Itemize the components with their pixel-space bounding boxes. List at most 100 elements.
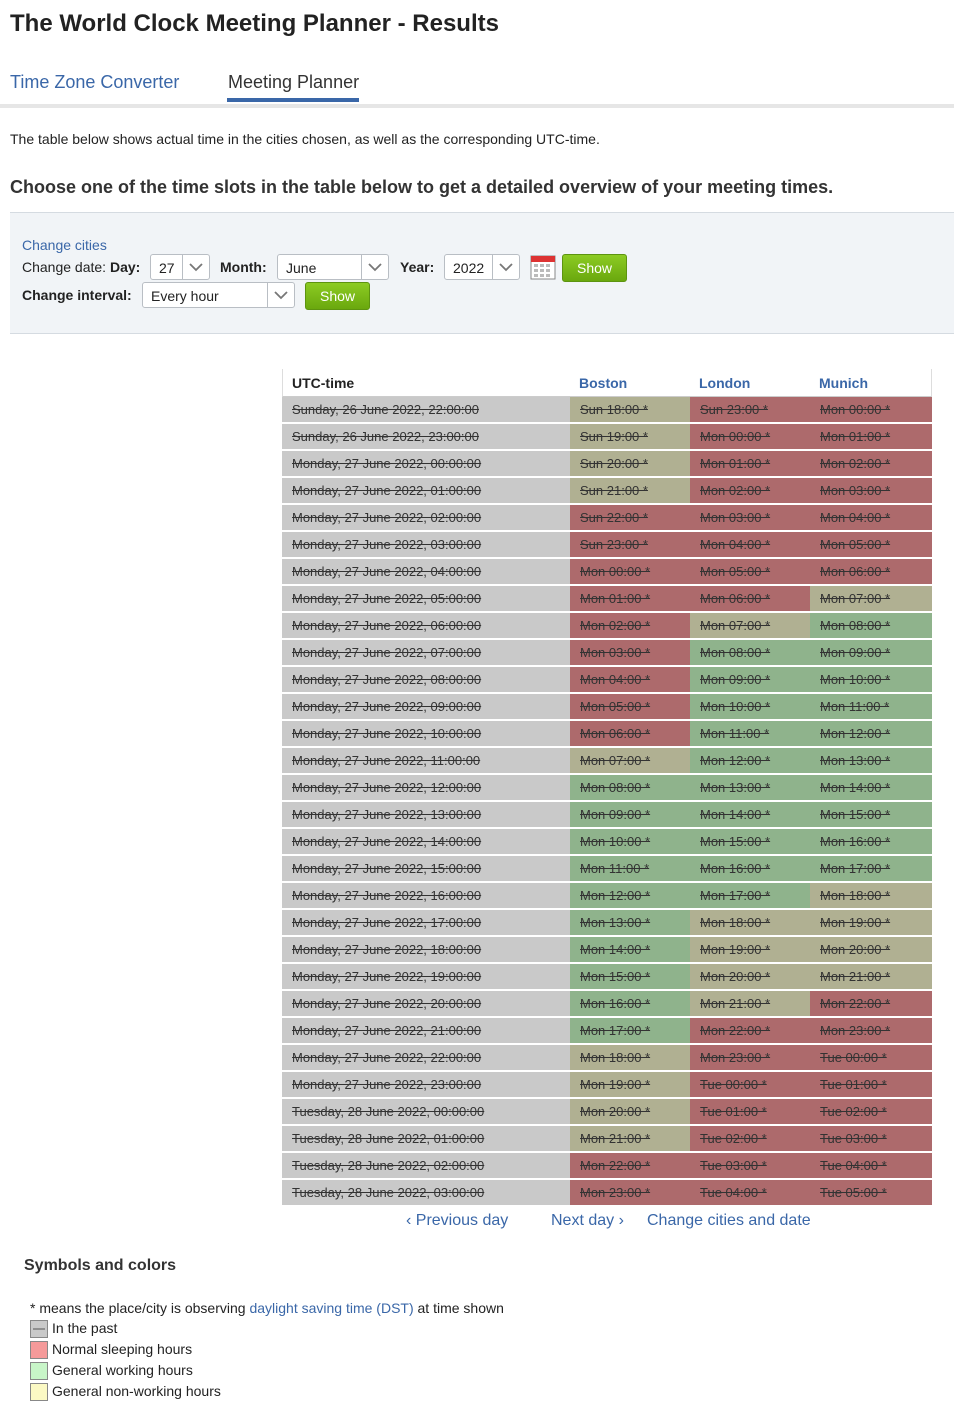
boston-cell[interactable]: Sun 23:00 * [570,532,690,558]
london-cell[interactable]: Mon 16:00 * [690,856,810,882]
boston-cell[interactable]: Mon 14:00 * [570,937,690,963]
table-row[interactable]: Monday, 27 June 2022, 16:00:00 Mon 12:00 … [282,883,932,910]
boston-cell[interactable]: Sun 18:00 * [570,397,690,423]
london-cell[interactable]: Tue 04:00 * [690,1180,810,1206]
utc-cell[interactable]: Monday, 27 June 2022, 10:00:00 [282,721,570,747]
munich-cell[interactable]: Mon 01:00 * [810,424,932,450]
utc-cell[interactable]: Monday, 27 June 2022, 00:00:00 [282,451,570,477]
london-cell[interactable]: Mon 11:00 * [690,721,810,747]
munich-cell[interactable]: Mon 17:00 * [810,856,932,882]
london-cell[interactable]: Mon 23:00 * [690,1045,810,1071]
table-row[interactable]: Monday, 27 June 2022, 13:00:00 Mon 09:00 … [282,802,932,829]
change-cities-date-link[interactable]: Change cities and date [647,1212,811,1230]
munich-cell[interactable]: Mon 18:00 * [810,883,932,909]
london-cell[interactable]: Mon 00:00 * [690,424,810,450]
boston-cell[interactable]: Mon 05:00 * [570,694,690,720]
utc-cell[interactable]: Monday, 27 June 2022, 15:00:00 [282,856,570,882]
munich-cell[interactable]: Mon 23:00 * [810,1018,932,1044]
munich-cell[interactable]: Mon 21:00 * [810,964,932,990]
table-row[interactable]: Sunday, 26 June 2022, 23:00:00 Sun 19:00 … [282,424,932,451]
london-cell[interactable]: Mon 22:00 * [690,1018,810,1044]
table-row[interactable]: Monday, 27 June 2022, 21:00:00 Mon 17:00 … [282,1018,932,1045]
utc-cell[interactable]: Monday, 27 June 2022, 19:00:00 [282,964,570,990]
boston-cell[interactable]: Mon 13:00 * [570,910,690,936]
next-day-link[interactable]: Next day › [551,1212,624,1230]
table-row[interactable]: Monday, 27 June 2022, 00:00:00 Sun 20:00 … [282,451,932,478]
table-row[interactable]: Monday, 27 June 2022, 18:00:00 Mon 14:00 … [282,937,932,964]
table-row[interactable]: Monday, 27 June 2022, 08:00:00 Mon 04:00 … [282,667,932,694]
munich-cell[interactable]: Tue 05:00 * [810,1180,932,1206]
utc-cell[interactable]: Tuesday, 28 June 2022, 00:00:00 [282,1099,570,1125]
boston-cell[interactable]: Sun 21:00 * [570,478,690,504]
boston-cell[interactable]: Mon 15:00 * [570,964,690,990]
utc-cell[interactable]: Monday, 27 June 2022, 03:00:00 [282,532,570,558]
utc-cell[interactable]: Monday, 27 June 2022, 06:00:00 [282,613,570,639]
london-cell[interactable]: Mon 15:00 * [690,829,810,855]
table-row[interactable]: Monday, 27 June 2022, 07:00:00 Mon 03:00 … [282,640,932,667]
boston-cell[interactable]: Mon 21:00 * [570,1126,690,1152]
munich-cell[interactable]: Tue 03:00 * [810,1126,932,1152]
header-london[interactable]: London [699,375,750,391]
interval-select[interactable]: Every hour [142,282,295,308]
table-row[interactable]: Monday, 27 June 2022, 14:00:00 Mon 10:00 … [282,829,932,856]
boston-cell[interactable]: Mon 20:00 * [570,1099,690,1125]
utc-cell[interactable]: Monday, 27 June 2022, 05:00:00 [282,586,570,612]
munich-cell[interactable]: Mon 06:00 * [810,559,932,585]
table-row[interactable]: Monday, 27 June 2022, 03:00:00 Sun 23:00 … [282,532,932,559]
table-row[interactable]: Monday, 27 June 2022, 05:00:00 Mon 01:00 … [282,586,932,613]
munich-cell[interactable]: Mon 16:00 * [810,829,932,855]
munich-cell[interactable]: Mon 10:00 * [810,667,932,693]
munich-cell[interactable]: Mon 07:00 * [810,586,932,612]
london-cell[interactable]: Tue 00:00 * [690,1072,810,1098]
table-row[interactable]: Tuesday, 28 June 2022, 02:00:00 Mon 22:00… [282,1153,932,1180]
utc-cell[interactable]: Monday, 27 June 2022, 23:00:00 [282,1072,570,1098]
boston-cell[interactable]: Mon 18:00 * [570,1045,690,1071]
previous-day-link[interactable]: ‹ Previous day [406,1212,508,1230]
utc-cell[interactable]: Monday, 27 June 2022, 16:00:00 [282,883,570,909]
table-row[interactable]: Monday, 27 June 2022, 15:00:00 Mon 11:00 … [282,856,932,883]
boston-cell[interactable]: Mon 03:00 * [570,640,690,666]
munich-cell[interactable]: Mon 19:00 * [810,910,932,936]
utc-cell[interactable]: Monday, 27 June 2022, 02:00:00 [282,505,570,531]
utc-cell[interactable]: Monday, 27 June 2022, 12:00:00 [282,775,570,801]
boston-cell[interactable]: Mon 09:00 * [570,802,690,828]
boston-cell[interactable]: Mon 01:00 * [570,586,690,612]
boston-cell[interactable]: Mon 07:00 * [570,748,690,774]
table-row[interactable]: Monday, 27 June 2022, 04:00:00 Mon 00:00 … [282,559,932,586]
table-row[interactable]: Sunday, 26 June 2022, 22:00:00 Sun 18:00 … [282,397,932,424]
munich-cell[interactable]: Mon 14:00 * [810,775,932,801]
london-cell[interactable]: Mon 20:00 * [690,964,810,990]
boston-cell[interactable]: Mon 22:00 * [570,1153,690,1179]
table-row[interactable]: Monday, 27 June 2022, 09:00:00 Mon 05:00 … [282,694,932,721]
munich-cell[interactable]: Mon 09:00 * [810,640,932,666]
london-cell[interactable]: Mon 09:00 * [690,667,810,693]
table-row[interactable]: Monday, 27 June 2022, 20:00:00 Mon 16:00 … [282,991,932,1018]
boston-cell[interactable]: Sun 22:00 * [570,505,690,531]
london-cell[interactable]: Mon 21:00 * [690,991,810,1017]
table-row[interactable]: Tuesday, 28 June 2022, 03:00:00 Mon 23:00… [282,1180,932,1207]
boston-cell[interactable]: Mon 00:00 * [570,559,690,585]
utc-cell[interactable]: Sunday, 26 June 2022, 23:00:00 [282,424,570,450]
utc-cell[interactable]: Monday, 27 June 2022, 22:00:00 [282,1045,570,1071]
munich-cell[interactable]: Mon 15:00 * [810,802,932,828]
year-select[interactable]: 2022 [444,254,520,280]
london-cell[interactable]: Mon 02:00 * [690,478,810,504]
munich-cell[interactable]: Mon 11:00 * [810,694,932,720]
utc-cell[interactable]: Tuesday, 28 June 2022, 03:00:00 [282,1180,570,1206]
change-cities-link[interactable]: Change cities [22,237,107,253]
utc-cell[interactable]: Monday, 27 June 2022, 07:00:00 [282,640,570,666]
utc-cell[interactable]: Tuesday, 28 June 2022, 02:00:00 [282,1153,570,1179]
boston-cell[interactable]: Mon 06:00 * [570,721,690,747]
dst-link[interactable]: daylight saving time (DST) [249,1300,413,1316]
munich-cell[interactable]: Mon 13:00 * [810,748,932,774]
header-munich[interactable]: Munich [819,375,868,391]
tab-meeting-planner[interactable]: Meeting Planner [228,72,359,93]
munich-cell[interactable]: Mon 20:00 * [810,937,932,963]
table-row[interactable]: Monday, 27 June 2022, 22:00:00 Mon 18:00 … [282,1045,932,1072]
table-row[interactable]: Monday, 27 June 2022, 06:00:00 Mon 02:00 … [282,613,932,640]
london-cell[interactable]: Mon 08:00 * [690,640,810,666]
boston-cell[interactable]: Mon 04:00 * [570,667,690,693]
table-row[interactable]: Monday, 27 June 2022, 11:00:00 Mon 07:00 … [282,748,932,775]
boston-cell[interactable]: Mon 16:00 * [570,991,690,1017]
table-row[interactable]: Monday, 27 June 2022, 01:00:00 Sun 21:00 … [282,478,932,505]
